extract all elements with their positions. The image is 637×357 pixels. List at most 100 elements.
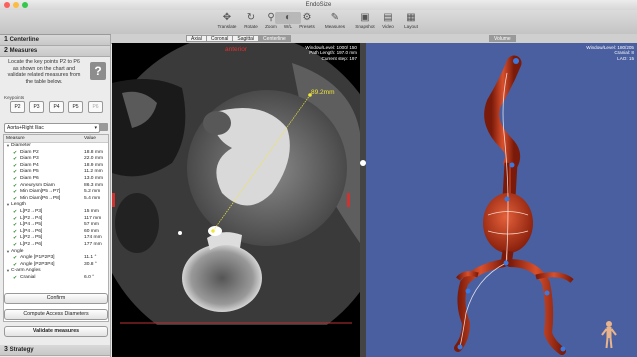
table-row[interactable]: ✔ L[P2→P6] 177 mm: [4, 242, 108, 249]
tool-label: Video: [382, 24, 394, 29]
layout-tool[interactable]: ▦ Layout: [398, 12, 424, 29]
maximize-window-button[interactable]: [22, 2, 28, 8]
table-group[interactable]: ▼ Length: [4, 202, 108, 209]
keypoint-p3-button[interactable]: P3: [29, 101, 44, 113]
step-number: 3: [4, 346, 8, 353]
checkmark-icon: ✔: [13, 156, 18, 163]
help-icon[interactable]: ?: [90, 62, 106, 80]
ct-centerline-view[interactable]: anterior Window/Level: 1000/ 150 Path Le…: [112, 43, 360, 325]
keypoint-p4-button[interactable]: P4: [49, 101, 64, 113]
table-row[interactable]: ✔ L[P2→P5] 174 mm: [4, 235, 108, 242]
translate-icon: ✥: [222, 12, 232, 23]
checkmark-icon: ✔: [13, 255, 18, 262]
table-group[interactable]: ▼ C-arm Angles: [4, 268, 108, 275]
table-row[interactable]: ✔ L[P4→P5] 57 mm: [4, 222, 108, 229]
table-row[interactable]: ✔ Cranial 6.0 °: [4, 275, 108, 282]
confirm-button[interactable]: Confirm: [4, 293, 108, 304]
tool-label: Presets: [299, 24, 315, 29]
measure-value: 177 mm: [84, 241, 102, 247]
tab-volume[interactable]: Volume: [489, 35, 516, 42]
measure-name: Diam P3: [20, 156, 39, 162]
measure-name: Diam P6: [20, 175, 39, 181]
step-label: Measures: [9, 48, 38, 54]
table-row[interactable]: ✔ Diam P3 22.0 mm: [4, 156, 108, 163]
measurement-label: 89.2mm: [311, 89, 335, 96]
table-row[interactable]: ✔ Min Diam[P5→P7] 5.2 mm: [4, 189, 108, 196]
tab-centerline[interactable]: Centerline: [258, 35, 291, 42]
step-strategy[interactable]: 3 Strategy: [0, 345, 110, 356]
segment-select[interactable]: Aorta+Right Iliac ▾: [4, 123, 100, 133]
keypoint-p2-button[interactable]: P2: [10, 101, 25, 113]
checkmark-icon: ✔: [13, 182, 18, 189]
checkmark-icon: ✔: [13, 235, 18, 242]
keypoint-p6-button[interactable]: P6: [88, 101, 103, 113]
step-centerline[interactable]: 1 Centerline: [0, 35, 110, 46]
main-toolbar: ✥ Translate ↻ Rotate ⚲ Zoom ◐ W/L ⚙ Presets ✎…: [0, 10, 637, 35]
table-group[interactable]: ▼ Diameter: [4, 143, 108, 150]
tab-axial[interactable]: Axial: [186, 35, 207, 42]
tab-coronal[interactable]: Coronal: [205, 35, 234, 42]
measure-name: Min Diam[P6→P8]: [20, 195, 61, 201]
orientation-figure-icon: [601, 321, 617, 349]
checkmark-icon: ✔: [13, 228, 18, 235]
measure-name: Min Diam[P5→P7]: [20, 189, 61, 195]
volume-annotation: Window/Level: 180/205 Cranial: 8 LAO: 15: [586, 45, 634, 61]
minimize-window-button[interactable]: [13, 2, 19, 8]
measures-tool[interactable]: ✎ Measures: [322, 12, 348, 29]
chevron-down-icon: ▾: [94, 125, 97, 131]
table-group-label: Diameter: [11, 143, 31, 148]
checkmark-icon: ✔: [13, 274, 18, 281]
measure-value: 6.0 °: [84, 274, 95, 280]
disclosure-triangle-icon[interactable]: ▼: [6, 268, 10, 275]
checkmark-icon: ✔: [13, 189, 18, 196]
measure-value: 5.2 mm: [84, 189, 101, 195]
table-body: ▼ Diameter ✔ Diam P2 18.8 mm ✔ Diam P3 22.0 mm ✔…: [4, 143, 108, 281]
measure-value: 11.1 °: [84, 255, 97, 261]
segment-select-value: Aorta+Right Iliac: [7, 125, 44, 131]
keypoint-p5-button[interactable]: P5: [68, 101, 83, 113]
volume-view-tabs: Volume: [489, 35, 516, 42]
step-label: Centerline: [9, 37, 39, 43]
tool-label: Translate: [217, 24, 237, 29]
measure-handle-end[interactable]: [211, 229, 215, 233]
table-row[interactable]: ✔ Diam P5 11.2 mm: [4, 169, 108, 176]
table-row[interactable]: ✔ L[P2→P3] 15 mm: [4, 209, 108, 216]
window-controls: [4, 2, 28, 8]
measure-name: L[P4→P5]: [20, 222, 43, 228]
table-row[interactable]: ✔ Angle [P1P2P3] 11.1 °: [4, 255, 108, 262]
title-bar: EndoSize: [0, 0, 637, 10]
ct-view-tabs: Axial Coronal Sagittal Centerline: [186, 35, 291, 42]
validate-measures-button[interactable]: Validate measures: [4, 326, 108, 337]
measure-value: 13.0 mm: [84, 175, 104, 181]
disclosure-triangle-icon[interactable]: ▼: [6, 249, 10, 256]
lao-angle-readout: LAO: 15: [617, 55, 634, 61]
step-label: Strategy: [9, 347, 34, 353]
translate-tool[interactable]: ✥ Translate: [214, 12, 240, 29]
tool-label: Measures: [324, 24, 346, 29]
measure-value: 22.0 mm: [84, 156, 104, 162]
presets-tool[interactable]: ⚙ Presets: [294, 12, 320, 29]
presets-icon: ⚙: [302, 12, 312, 23]
layout-icon: ▦: [406, 12, 416, 23]
tool-label: Rotate: [244, 24, 258, 29]
disclosure-triangle-icon[interactable]: ▼: [6, 143, 10, 150]
segment-options-button[interactable]: [99, 123, 108, 131]
tool-label: W/L: [283, 24, 293, 29]
table-group-label: C-arm Angles: [11, 268, 41, 274]
tab-sagittal[interactable]: Sagittal: [232, 35, 260, 42]
measure-name: Angle [P1P2P3]: [20, 255, 55, 261]
close-window-button[interactable]: [4, 2, 10, 8]
compute-access-diameters-button[interactable]: Compute Access Diameters: [4, 309, 108, 320]
measure-name: Diam P5: [20, 169, 39, 175]
checkmark-icon: ✔: [13, 241, 18, 248]
table-row[interactable]: ✔ Diam P6 13.0 mm: [4, 176, 108, 183]
disclosure-triangle-icon[interactable]: ▼: [6, 202, 10, 209]
step-number: 1: [4, 36, 8, 43]
checkmark-icon: ✔: [13, 215, 18, 222]
measure-name: Cranial: [20, 274, 36, 280]
instructions-text: Locate the key points P2 to P6 as shown …: [7, 59, 81, 85]
window-title: EndoSize: [305, 2, 332, 8]
step-measures[interactable]: 2 Measures: [0, 46, 110, 57]
volume-3d-view[interactable]: Window/Level: 180/205 Cranial: 8 LAO: 15: [366, 43, 637, 357]
measure-value: 15 mm: [84, 208, 99, 214]
